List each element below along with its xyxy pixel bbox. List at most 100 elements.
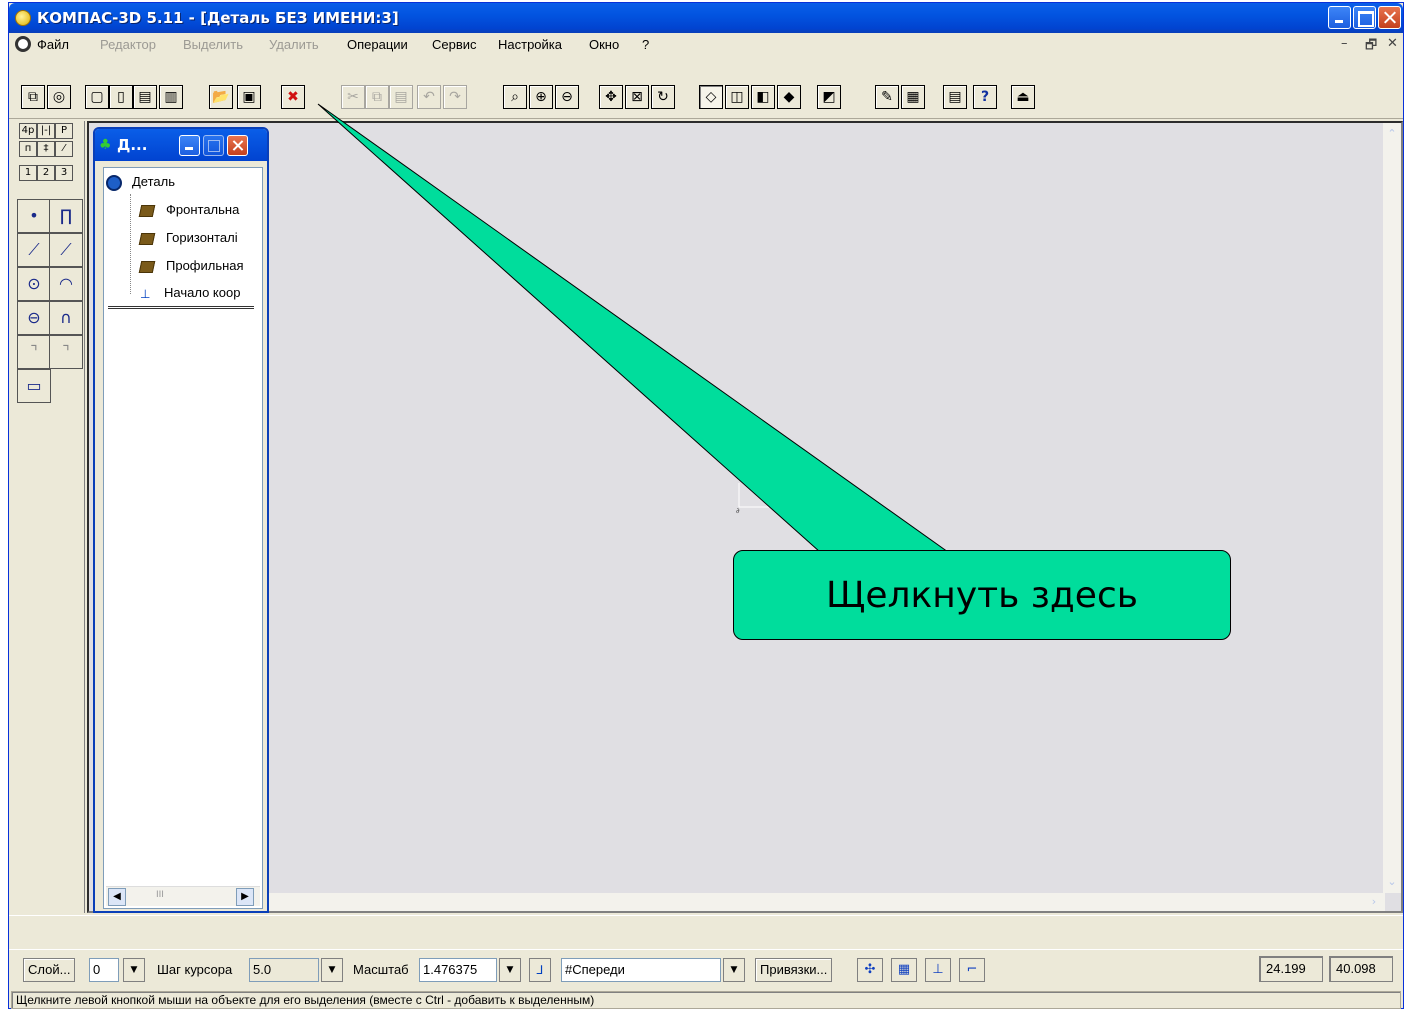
zoom-all-icon[interactable]: ⊠: [625, 85, 649, 109]
doc-close-button[interactable]: ✕: [1387, 36, 1398, 51]
new-text-doc-icon[interactable]: ▤: [133, 85, 157, 109]
no-hidden-lines-icon[interactable]: ◧: [751, 85, 775, 109]
tab-measure[interactable]: ‡: [37, 141, 55, 157]
properties-icon[interactable]: ✎: [875, 85, 899, 109]
redo-icon[interactable]: ↷: [443, 85, 467, 109]
tab-3[interactable]: 3: [55, 165, 73, 181]
tab-1[interactable]: 1: [19, 165, 37, 181]
scroll-up-icon[interactable]: ⌃: [1383, 125, 1401, 143]
tree-item-top-plane[interactable]: Горизонталі: [138, 230, 238, 245]
maximize-button[interactable]: [1353, 6, 1376, 29]
step-dropdown-icon[interactable]: ▼: [321, 958, 343, 982]
tab-geometry[interactable]: 4p: [19, 123, 37, 139]
snap-toggle-icon[interactable]: ✣: [857, 958, 883, 982]
menu-settings[interactable]: Настройка: [498, 37, 562, 52]
fillet-tool-icon[interactable]: ⌝: [17, 335, 51, 369]
layer-field[interactable]: 0: [89, 958, 119, 982]
save-icon[interactable]: ▣: [237, 85, 261, 109]
arc-tool-icon[interactable]: ◠: [49, 267, 83, 301]
ortho-icon[interactable]: ⌐: [959, 958, 985, 982]
rectangle-tool-icon[interactable]: ▭: [17, 369, 51, 403]
paste-icon[interactable]: ▤: [389, 85, 413, 109]
snaps-button[interactable]: Привязки...: [755, 958, 833, 982]
menu-service[interactable]: Сервис: [432, 37, 477, 52]
new-assembly-icon[interactable]: ◎: [47, 85, 71, 109]
auxiliary-line-icon[interactable]: ∏: [49, 199, 83, 233]
tree-minimize-button[interactable]: [179, 135, 200, 156]
menu-file[interactable]: Файл: [37, 37, 69, 52]
tab-select[interactable]: ⁄: [55, 141, 73, 157]
document-system-icon[interactable]: [15, 36, 31, 52]
chamfer-tool-icon[interactable]: ⌝: [49, 335, 83, 369]
tab-dimensions[interactable]: |-|: [37, 123, 55, 139]
local-cs-icon[interactable]: ⊥: [925, 958, 951, 982]
segment-tool-icon[interactable]: ⟋: [17, 233, 51, 267]
scale-dropdown-icon[interactable]: ▼: [499, 958, 521, 982]
shaded-icon[interactable]: ◆: [777, 85, 801, 109]
layer-button[interactable]: Слой...: [23, 958, 76, 982]
minimize-button[interactable]: [1328, 6, 1351, 29]
orientation-icon[interactable]: ⅃: [529, 958, 551, 982]
delete-object-icon[interactable]: ✖: [281, 85, 305, 109]
new-fragment-icon[interactable]: ▯: [109, 85, 133, 109]
close-button[interactable]: [1378, 6, 1401, 29]
circle-tool-icon[interactable]: ⊙: [17, 267, 51, 301]
tree-maximize-button[interactable]: [203, 135, 224, 156]
zoom-in-icon[interactable]: ⊕: [529, 85, 553, 109]
wireframe-icon[interactable]: ◇: [699, 85, 723, 109]
menu-select[interactable]: Выделить: [183, 37, 243, 52]
perspective-icon[interactable]: ◩: [817, 85, 841, 109]
tree-scroll-left-icon[interactable]: ◀: [108, 888, 126, 906]
doc-minimize-button[interactable]: –: [1341, 36, 1348, 51]
tree-scroll-thumb[interactable]: III: [156, 890, 164, 900]
title-bar[interactable]: КОМПАС-3D 5.11 - [Деталь БЕЗ ИМЕНИ:3]: [9, 3, 1403, 33]
menu-window[interactable]: Окно: [589, 37, 619, 52]
hidden-lines-icon[interactable]: ◫: [725, 85, 749, 109]
exit-icon[interactable]: ⏏: [1011, 85, 1035, 109]
copy-icon[interactable]: ⧉: [365, 85, 389, 109]
new-part-icon[interactable]: ⧉: [21, 85, 45, 109]
pan-icon[interactable]: ✥: [599, 85, 623, 109]
polyline-tool-icon[interactable]: ⟋: [49, 233, 83, 267]
layer-dropdown-icon[interactable]: ▼: [123, 958, 145, 982]
help-pointer-icon[interactable]: ?: [973, 85, 997, 109]
bezier-tool-icon[interactable]: ∩: [49, 301, 83, 335]
model-canvas[interactable]: ⌃ ⌄ › ∂: [87, 121, 1403, 913]
ellipse-tool-icon[interactable]: ⊖: [17, 301, 51, 335]
rotate-icon[interactable]: ↻: [651, 85, 675, 109]
zoom-window-icon[interactable]: ⌕: [503, 85, 527, 109]
feature-tree-window[interactable]: ♣ Д... Деталь Фронтальна Горизонталі Про…: [93, 127, 269, 913]
grid-icon[interactable]: ▦: [891, 958, 917, 982]
vertical-scrollbar[interactable]: ⌃ ⌄: [1383, 123, 1401, 893]
tree-item-side-plane[interactable]: Профильная: [138, 258, 244, 273]
new-drawing-icon[interactable]: ▢: [85, 85, 109, 109]
cursor-step-field[interactable]: 5.0: [249, 958, 319, 982]
scroll-right-icon[interactable]: ›: [1365, 893, 1383, 911]
open-icon[interactable]: 📂: [209, 85, 233, 109]
kompas-app-icon[interactable]: [15, 10, 31, 26]
tree-scroll-right-icon[interactable]: ▶: [236, 888, 254, 906]
menu-editor[interactable]: Редактор: [100, 37, 156, 52]
menu-operations[interactable]: Операции: [347, 37, 408, 52]
calculator-icon[interactable]: ▦: [901, 85, 925, 109]
tree-horizontal-scrollbar[interactable]: ◀ III ▶: [106, 886, 260, 906]
tree-item-origin[interactable]: ⊥ Начало коор: [140, 285, 240, 301]
undo-icon[interactable]: ↶: [417, 85, 441, 109]
cut-icon[interactable]: ✂: [341, 85, 365, 109]
tree-close-button[interactable]: [227, 135, 248, 156]
tree-title-bar[interactable]: ♣ Д...: [95, 129, 267, 161]
menu-delete[interactable]: Удалить: [269, 37, 319, 52]
scroll-down-icon[interactable]: ⌄: [1383, 873, 1401, 891]
tab-2[interactable]: 2: [37, 165, 55, 181]
tree-item-front-plane[interactable]: Фронтальна: [138, 202, 239, 217]
manager-icon[interactable]: ▤: [943, 85, 967, 109]
new-spec-icon[interactable]: ▥: [159, 85, 183, 109]
view-orientation-field[interactable]: #Спереди: [561, 958, 721, 982]
zoom-out-icon[interactable]: ⊖: [555, 85, 579, 109]
tab-params[interactable]: п: [19, 141, 37, 157]
scale-field[interactable]: 1.476375: [419, 958, 497, 982]
tree-root[interactable]: Деталь: [106, 174, 175, 191]
menu-help[interactable]: ?: [642, 37, 649, 52]
horizontal-scrollbar[interactable]: ›: [265, 893, 1385, 911]
point-tool-icon[interactable]: •: [17, 199, 51, 233]
